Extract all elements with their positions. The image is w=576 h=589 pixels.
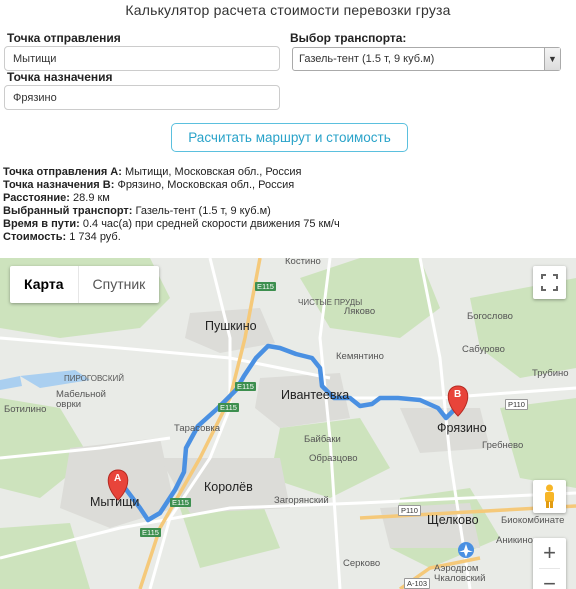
map-canvas bbox=[0, 258, 576, 589]
place-label: Сабурово bbox=[462, 344, 505, 355]
place-label: Гребнево bbox=[482, 440, 524, 451]
from-label: Точка отправления bbox=[7, 31, 121, 45]
result-from: Точка отправления А: Мытищи, Московская … bbox=[3, 166, 302, 178]
page-title: Калькулятор расчета стоимости перевозки … bbox=[125, 2, 451, 18]
to-input[interactable]: Фрязино bbox=[4, 85, 280, 110]
road-shield: P110 bbox=[398, 505, 421, 516]
fullscreen-button[interactable] bbox=[533, 266, 566, 299]
result-distance: Расстояние: 28.9 км bbox=[3, 192, 110, 205]
map-type-map-button[interactable]: Карта bbox=[10, 266, 78, 303]
place-label: Мабельной оврки bbox=[56, 389, 106, 410]
zoom-in-button[interactable]: + bbox=[533, 538, 566, 568]
road-shield: P110 bbox=[505, 399, 528, 410]
city-label: Королёв bbox=[204, 480, 253, 494]
to-label: Точка назначения bbox=[7, 70, 113, 84]
city-label: Пушкино bbox=[205, 319, 257, 333]
result-transport: Выбранный транспорт: Газель-тент (1.5 т,… bbox=[3, 205, 271, 218]
road-shield: E115 bbox=[140, 528, 161, 537]
road-shield: E115 bbox=[255, 282, 276, 291]
calculate-route-button[interactable]: Расчитать маршрут и стоимость bbox=[171, 123, 408, 152]
transport-label: Выбор транспорта: bbox=[290, 31, 407, 45]
place-label: Костино bbox=[285, 258, 321, 267]
marker-a[interactable]: A bbox=[114, 473, 121, 484]
city-label: Фрязино bbox=[437, 421, 487, 435]
zoom-control: + − bbox=[533, 538, 566, 589]
place-label: Байбаки bbox=[304, 434, 341, 445]
place-label: Аникино bbox=[496, 535, 533, 546]
place-label: Биокомбинате bbox=[501, 515, 565, 526]
place-label: ПИРОГОВСКИЙ bbox=[64, 374, 124, 383]
place-label: Тарасовка bbox=[174, 423, 221, 434]
city-label: Щелково bbox=[427, 513, 479, 527]
road-shield: E115 bbox=[170, 498, 191, 507]
result-summary: Точка отправления А: Мытищи, Московская … bbox=[3, 166, 340, 245]
result-cost: Стоимость: 1 734 руб. bbox=[3, 231, 121, 244]
road-shield: E115 bbox=[235, 382, 256, 391]
pegman-icon bbox=[545, 484, 554, 508]
street-view-button[interactable] bbox=[533, 480, 566, 513]
place-label: Ляково bbox=[344, 306, 376, 317]
place-label: Образцово bbox=[309, 453, 358, 464]
place-label: Трубино bbox=[532, 368, 569, 379]
place-label: Кемянтино bbox=[336, 351, 384, 362]
route-map[interactable]: A B Пушкино Ивантеевка Фрязино Мытищи Ко… bbox=[0, 258, 576, 589]
from-input[interactable]: Мытищи bbox=[4, 46, 280, 71]
road-shield: A-103 bbox=[404, 578, 431, 589]
result-to: Точка назначения В: Фрязино, Московская … bbox=[3, 179, 295, 192]
chevron-down-icon[interactable]: ▼ bbox=[544, 48, 560, 70]
place-label: Загорянский bbox=[274, 495, 329, 506]
result-time: Время в пути: 0.4 час(а) при средней ско… bbox=[3, 218, 340, 231]
map-type-satellite-button[interactable]: Спутник bbox=[77, 266, 160, 303]
map-urban-areas bbox=[60, 308, 490, 548]
transport-select-value: Газель-тент (1.5 т, 9 куб.м) bbox=[299, 53, 435, 65]
city-label: Ивантеевка bbox=[281, 388, 350, 402]
zoom-out-button[interactable]: − bbox=[533, 569, 566, 589]
place-label: Ботилино bbox=[4, 404, 47, 415]
transport-select[interactable]: Газель-тент (1.5 т, 9 куб.м) ▼ bbox=[292, 47, 561, 71]
place-label: Богослово bbox=[467, 311, 513, 322]
road-shield: E115 bbox=[218, 403, 239, 412]
fullscreen-icon bbox=[541, 274, 558, 291]
place-label: Аэродром Чкаловский bbox=[434, 563, 486, 584]
map-type-control: Карта Спутник bbox=[10, 266, 160, 303]
city-label: Мытищи bbox=[90, 495, 140, 509]
place-label: Серково bbox=[343, 558, 381, 569]
marker-b[interactable]: B bbox=[454, 389, 461, 400]
